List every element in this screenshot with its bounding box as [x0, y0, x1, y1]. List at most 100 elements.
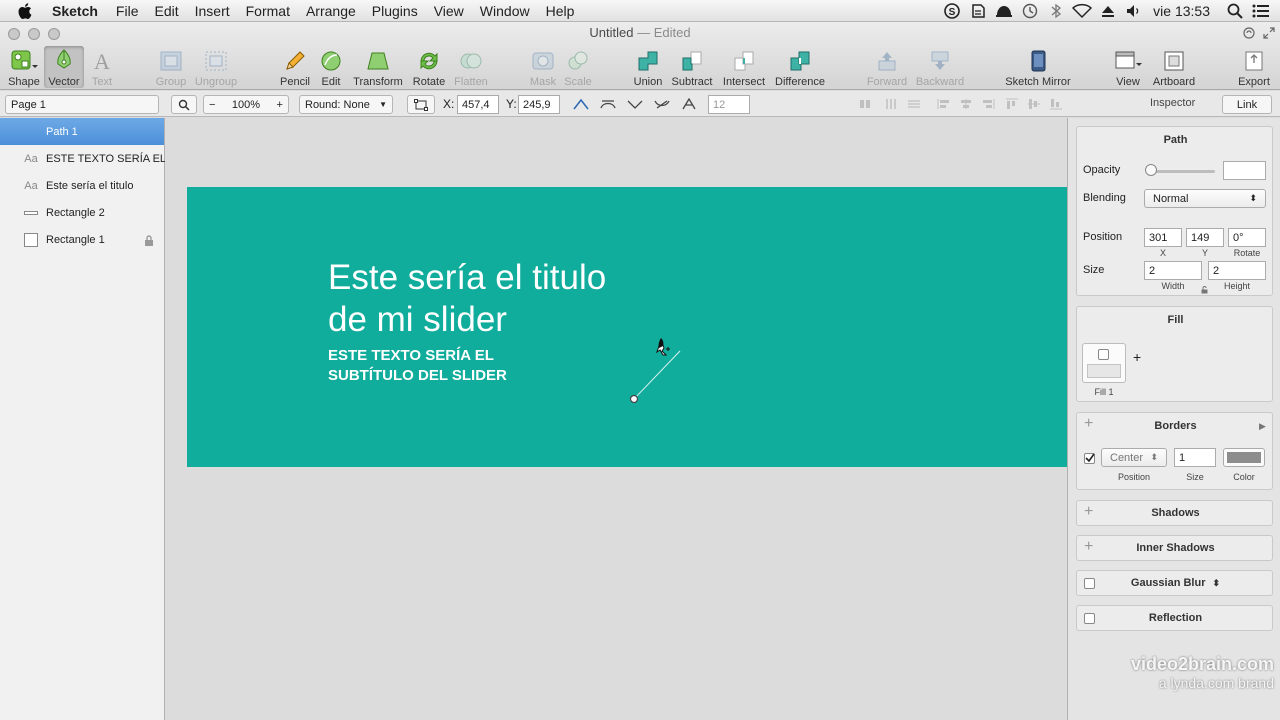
hat-status-icon[interactable] [993, 0, 1015, 22]
position-x-field[interactable]: 301 [1144, 228, 1182, 247]
disconnected-point-icon[interactable] [626, 96, 644, 112]
updown-arrows-icon[interactable]: ⬍ [1213, 578, 1221, 588]
apple-icon[interactable] [16, 2, 34, 19]
zoom-search-button[interactable] [171, 95, 197, 114]
straight-point-icon[interactable] [572, 96, 590, 112]
inner-shadows-panel[interactable]: + Inner Shadows [1076, 535, 1273, 561]
border-enabled-checkbox[interactable] [1084, 453, 1095, 464]
ungroup-tool[interactable]: Ungroup [186, 48, 246, 88]
sharp-point-icon[interactable] [680, 96, 698, 112]
bounding-box-button[interactable] [407, 95, 435, 114]
fullscreen-icon[interactable] [1262, 26, 1276, 40]
mirrored-point-icon[interactable] [599, 96, 617, 112]
border-position-select[interactable]: Center ⬍ [1101, 448, 1167, 467]
eject-icon[interactable] [1097, 0, 1119, 22]
layer-rectangle-2[interactable]: Rectangle 2 [0, 199, 164, 226]
align-right-icon[interactable] [979, 96, 997, 112]
sketch-mirror-tool[interactable]: Sketch Mirror [1005, 48, 1071, 88]
fill-1-label: Fill 1 [1094, 387, 1114, 397]
menu-view[interactable]: View [426, 0, 472, 22]
opacity-slider-knob[interactable] [1145, 164, 1157, 176]
backward-tool[interactable]: Backward [910, 48, 970, 88]
zoom-control[interactable]: − 100% + [203, 95, 289, 114]
zoom-out-button[interactable]: − [209, 99, 215, 111]
height-field[interactable]: 2 [1208, 261, 1266, 280]
skype-status-icon[interactable]: S [941, 0, 963, 22]
spotlight-search-icon[interactable] [1224, 0, 1246, 22]
scale-tool[interactable]: Scale [548, 48, 608, 88]
gaussian-blur-panel[interactable]: Gaussian Blur ⬍ [1076, 570, 1273, 596]
text-tool[interactable]: A Text [72, 48, 132, 88]
menu-app-sketch[interactable]: Sketch [44, 0, 108, 22]
align-lines-icon[interactable] [905, 96, 923, 112]
lock-icon[interactable] [144, 235, 154, 249]
flatten-tool[interactable]: Flatten [441, 48, 501, 88]
toolbar-toggle-icon[interactable] [1242, 26, 1256, 40]
fill-enabled-checkbox[interactable] [1098, 349, 1109, 360]
path-anchor-point[interactable] [629, 394, 639, 404]
menu-help[interactable]: Help [538, 0, 583, 22]
document-status-icon[interactable] [967, 0, 989, 22]
forward-tool[interactable]: Forward [857, 48, 917, 88]
shadows-panel[interactable]: + Shadows [1076, 500, 1273, 526]
menu-format[interactable]: Format [238, 0, 298, 22]
x-coordinate-field[interactable]: 457,4 [457, 95, 499, 114]
layer-path-1[interactable]: Path 1 [0, 118, 164, 145]
rotate-field[interactable]: 0° [1228, 228, 1266, 247]
fill-swatch-button[interactable] [1082, 343, 1126, 383]
artboard-tool[interactable]: Artboard [1144, 48, 1204, 88]
opacity-field[interactable] [1223, 161, 1266, 180]
text-layer-icon: Aa [24, 152, 38, 165]
time-machine-icon[interactable] [1019, 0, 1041, 22]
asymmetric-point-icon[interactable] [653, 96, 671, 112]
vector-path-drawing[interactable] [165, 118, 1067, 720]
aspect-lock-icon[interactable] [1201, 283, 1208, 297]
bluetooth-icon[interactable] [1045, 0, 1067, 22]
position-y-field[interactable]: 149 [1186, 228, 1224, 247]
align-middle-icon[interactable] [1025, 96, 1043, 112]
menu-file[interactable]: File [108, 0, 147, 22]
border-color-well[interactable] [1223, 448, 1265, 467]
border-size-field[interactable]: 1 [1174, 448, 1216, 467]
wifi-icon[interactable] [1071, 0, 1093, 22]
blending-select[interactable]: Normal ⬍ [1144, 189, 1266, 208]
transform-tool-label: Transform [353, 76, 403, 88]
layer-rectangle-1[interactable]: Rectangle 1 [0, 226, 164, 253]
path-segment[interactable] [633, 350, 681, 400]
distribute-vertical-icon[interactable] [882, 96, 900, 112]
link-button[interactable]: Link [1222, 95, 1272, 114]
layer-subtitle-text[interactable]: Aa ESTE TEXTO SERÍA EL [0, 145, 166, 172]
menu-edit[interactable]: Edit [146, 0, 186, 22]
menu-insert[interactable]: Insert [187, 0, 238, 22]
align-center-icon[interactable] [957, 96, 975, 112]
canvas[interactable]: Este sería el titulo de mi slider ESTE T… [165, 118, 1067, 720]
union-tool-label: Union [633, 76, 663, 88]
align-left-icon[interactable] [935, 96, 953, 112]
menu-window[interactable]: Window [472, 0, 538, 22]
opacity-slider-track[interactable] [1149, 170, 1215, 173]
menu-arrange[interactable]: Arrange [298, 0, 364, 22]
subtract-tool[interactable]: Subtract [662, 48, 722, 88]
options-bar: Page 1 − 100% + Round: None ▼ X: 457,4 Y… [0, 91, 1280, 117]
chevron-right-icon[interactable]: ▶ [1259, 421, 1266, 432]
distribute-horizontal-icon[interactable] [856, 96, 874, 112]
y-coordinate-field[interactable]: 245,9 [518, 95, 560, 114]
align-top-icon[interactable] [1003, 96, 1021, 112]
layer-title-text[interactable]: Aa Este sería el titulo [0, 172, 164, 199]
reflection-panel[interactable]: Reflection [1076, 605, 1273, 631]
round-select[interactable]: Round: None ▼ [299, 95, 393, 114]
menubar-clock[interactable]: vie 13:53 [1147, 3, 1222, 19]
zoom-in-button[interactable]: + [277, 99, 283, 111]
align-bottom-icon[interactable] [1047, 96, 1065, 112]
export-tool[interactable]: Export [1224, 48, 1280, 88]
volume-icon[interactable] [1123, 0, 1145, 22]
page-selector[interactable]: Page 1 [5, 95, 159, 114]
notification-center-icon[interactable] [1250, 0, 1272, 22]
add-fill-button[interactable]: + [1133, 349, 1141, 365]
intersect-tool[interactable]: Intersect [714, 48, 774, 88]
menu-plugins[interactable]: Plugins [364, 0, 426, 22]
width-field[interactable]: 2 [1144, 261, 1202, 280]
difference-tool[interactable]: Difference [770, 48, 830, 88]
corner-radius-field[interactable]: 12 [708, 95, 750, 114]
flatten-tool-label: Flatten [454, 76, 488, 88]
